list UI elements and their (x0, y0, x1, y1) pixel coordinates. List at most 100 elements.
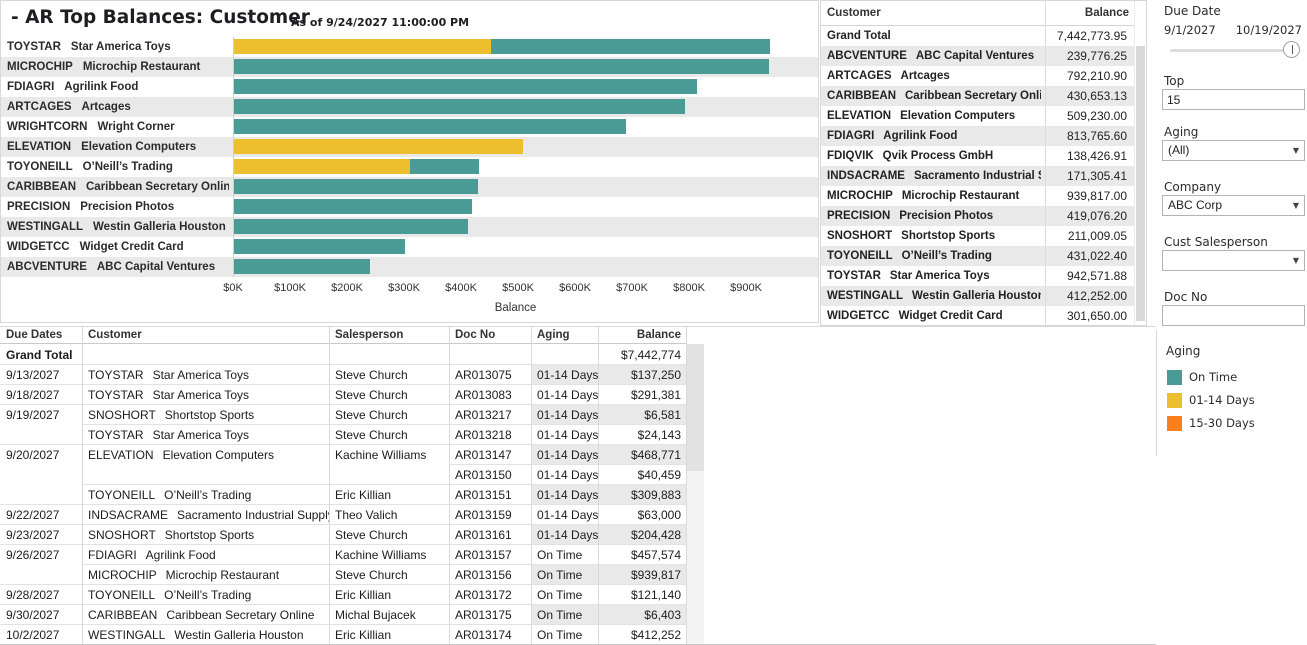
customer-table-row[interactable]: ABCVENTUREABC Capital Ventures239,776.25 (821, 46, 1146, 66)
top-filter-input[interactable] (1162, 89, 1305, 110)
detail-table-row[interactable]: 9/18/2027TOYSTARStar America ToysSteve C… (0, 384, 687, 404)
cust-salesperson-filter-dropdown[interactable]: ▼ (1162, 250, 1305, 271)
detail-table-row[interactable]: 9/23/2027SNOSHORTShortstop SportsSteve C… (0, 524, 687, 544)
detail-table-row[interactable]: 10/2/2027WESTINGALLWestin Galleria Houst… (0, 624, 687, 644)
slider-handle-line-icon (1292, 45, 1293, 54)
customer-label[interactable]: ABCVENTUREABC Capital Ventures (7, 257, 229, 277)
scrollbar-thumb[interactable] (1136, 46, 1145, 321)
customer-label[interactable]: WIDGETCCWidget Credit Card (7, 237, 229, 257)
bar-segment[interactable] (233, 119, 626, 134)
detail-table-row[interactable]: 9/28/2027TOYONEILLO’Neill’s TradingEric … (0, 584, 687, 604)
doc-no-filter-input[interactable] (1162, 305, 1305, 326)
bar-segment[interactable] (410, 159, 479, 174)
customer-cell: SNOSHORTShortstop Sports (827, 226, 1041, 246)
customer-label[interactable]: PRECISIONPrecision Photos (7, 197, 229, 217)
chart-row: CARIBBEANCaribbean Secretary Online (1, 177, 818, 197)
aging-legend: Aging On Time01-14 Days15-30 Days (1156, 330, 1307, 456)
customer-code: WESTINGALL (827, 290, 903, 302)
customer-code: TOYSTAR (88, 368, 144, 382)
bar-segment[interactable] (233, 179, 478, 194)
customer-table-row[interactable]: TOYSTARStar America Toys942,571.88 (821, 266, 1146, 286)
balance-cell: 138,426.91 (1045, 146, 1127, 166)
detail-table-scrollbar[interactable] (687, 344, 704, 644)
customer-table-row[interactable]: WESTINGALLWestin Galleria Houston412,252… (821, 286, 1146, 306)
bar-segment[interactable] (233, 159, 410, 174)
bar-segment[interactable] (233, 79, 697, 94)
aging-filter-dropdown[interactable]: (All) ▼ (1162, 140, 1305, 161)
dashboard: - AR Top Balances: Customer As of 9/24/2… (0, 0, 1307, 645)
customer-table-row[interactable]: FDIQVIKQvik Process GmbH138,426.91 (821, 146, 1146, 166)
bar-segment[interactable] (233, 99, 685, 114)
bar-segment[interactable] (491, 39, 770, 54)
bar-segment[interactable] (233, 259, 370, 274)
customer-table-row[interactable]: FDIAGRIAgrilink Food813,765.60 (821, 126, 1146, 146)
balance-header-cell[interactable]: Balance (1045, 1, 1129, 25)
detail-table-row[interactable]: TOYSTARStar America ToysSteve ChurchAR01… (0, 424, 687, 444)
due-date-slider-handle[interactable] (1283, 41, 1300, 58)
detail-table-row[interactable]: 9/22/2027INDSACRAMESacramento Industrial… (0, 504, 687, 524)
customer-table-row[interactable]: SNOSHORTShortstop Sports211,009.05 (821, 226, 1146, 246)
detail-table-row[interactable]: 9/30/2027CARIBBEANCaribbean Secretary On… (0, 604, 687, 624)
customer-table-row[interactable]: CARIBBEANCaribbean Secretary Online430,6… (821, 86, 1146, 106)
detail-table-row[interactable]: 9/19/2027SNOSHORTShortstop SportsSteve C… (0, 404, 687, 424)
customer-cell: MICROCHIPMicrochip Restaurant (82, 564, 329, 584)
customer-table-row[interactable]: WIDGETCCWidget Credit Card301,650.00 (821, 306, 1146, 326)
customer-label[interactable]: TOYONEILLO’Neill’s Trading (7, 157, 229, 177)
detail-table-row[interactable]: MICROCHIPMicrochip RestaurantSteve Churc… (0, 564, 687, 584)
customer-table-row[interactable]: ELEVATIONElevation Computers509,230.00 (821, 106, 1146, 126)
balance-cell: 942,571.88 (1045, 266, 1127, 286)
due-date-cell: 10/2/2027 (0, 624, 82, 644)
detail-table-row[interactable]: TOYONEILLO’Neill’s TradingEric KillianAR… (0, 484, 687, 504)
bar-segment[interactable] (233, 199, 472, 214)
customer-label[interactable]: CARIBBEANCaribbean Secretary Online (7, 177, 229, 197)
customer-code: MICROCHIP (7, 61, 73, 73)
detail-table-row[interactable]: 9/20/2027ELEVATIONElevation ComputersKac… (0, 444, 687, 464)
due-date-slider-track[interactable] (1170, 49, 1296, 52)
chart-row: WESTINGALLWestin Galleria Houston (1, 217, 818, 237)
detail-table-row[interactable]: 9/26/2027FDIAGRIAgrilink FoodKachine Wil… (0, 544, 687, 564)
bar-segment[interactable] (233, 219, 468, 234)
customer-table-row[interactable]: INDSACRAMESacramento Industrial Su..171,… (821, 166, 1146, 186)
customer-table-row[interactable]: TOYONEILLO’Neill’s Trading431,022.40 (821, 246, 1146, 266)
due-date-range-start: 9/1/2027 (1164, 23, 1216, 37)
customer-table-row[interactable]: PRECISIONPrecision Photos419,076.20 (821, 206, 1146, 226)
customer-table-scrollbar[interactable] (1134, 1, 1147, 325)
detail-table-row[interactable]: AR01315001-14 Days$40,459 (0, 464, 687, 484)
customer-label[interactable]: WRIGHTCORNWright Corner (7, 117, 229, 137)
customer-label[interactable]: TOYSTARStar America Toys (7, 37, 229, 57)
scrollbar-thumb[interactable] (687, 344, 704, 471)
customer-code: INDSACRAME (88, 508, 168, 522)
bar-segment[interactable] (233, 39, 491, 54)
customer-header-cell[interactable]: Customer (827, 1, 881, 25)
doc-no-cell: AR013175 (449, 604, 531, 624)
aging-cell: 01-14 Days (531, 524, 598, 544)
detail-table-row[interactable]: 9/13/2027TOYSTARStar America ToysSteve C… (0, 364, 687, 384)
customer-label[interactable]: FDIAGRIAgrilink Food (7, 77, 229, 97)
customer-code: TOYONEILL (7, 161, 73, 173)
column-divider (531, 327, 532, 644)
chart-row: ABCVENTUREABC Capital Ventures (1, 257, 818, 277)
chart-row: FDIAGRIAgrilink Food (1, 77, 818, 97)
bar-segment[interactable] (233, 59, 769, 74)
customer-table-row[interactable]: MICROCHIPMicrochip Restaurant939,817.00 (821, 186, 1146, 206)
customer-label[interactable]: MICROCHIPMicrochip Restaurant (7, 57, 229, 77)
detail-table-row[interactable]: Grand Total$7,442,774 (0, 344, 687, 364)
detail-header-cell[interactable]: Balance (598, 327, 686, 343)
detail-header-cell[interactable]: Aging (531, 327, 598, 343)
detail-header-cell[interactable]: Doc No (449, 327, 531, 343)
bar-segment[interactable] (233, 139, 523, 154)
detail-header-cell[interactable]: Customer (82, 327, 329, 343)
customer-cell: INDSACRAMESacramento Industrial Supply (82, 504, 329, 524)
customer-label[interactable]: WESTINGALLWestin Galleria Houston (7, 217, 229, 237)
company-filter-dropdown[interactable]: ABC Corp ▼ (1162, 195, 1305, 216)
detail-header-cell[interactable]: Due Dates (0, 327, 82, 343)
customer-table-row[interactable]: ARTCAGESArtcages792,210.90 (821, 66, 1146, 86)
customer-label[interactable]: ELEVATIONElevation Computers (7, 137, 229, 157)
detail-header-cell[interactable]: Salesperson (329, 327, 449, 343)
customer-code: MICROCHIP (88, 568, 157, 582)
customer-name: Precision Photos (80, 201, 174, 213)
customer-table-row[interactable]: Grand Total7,442,773.95 (821, 26, 1146, 46)
customer-label[interactable]: ARTCAGESArtcages (7, 97, 229, 117)
customer-code: FDIAGRI (88, 548, 137, 562)
bar-segment[interactable] (233, 239, 405, 254)
